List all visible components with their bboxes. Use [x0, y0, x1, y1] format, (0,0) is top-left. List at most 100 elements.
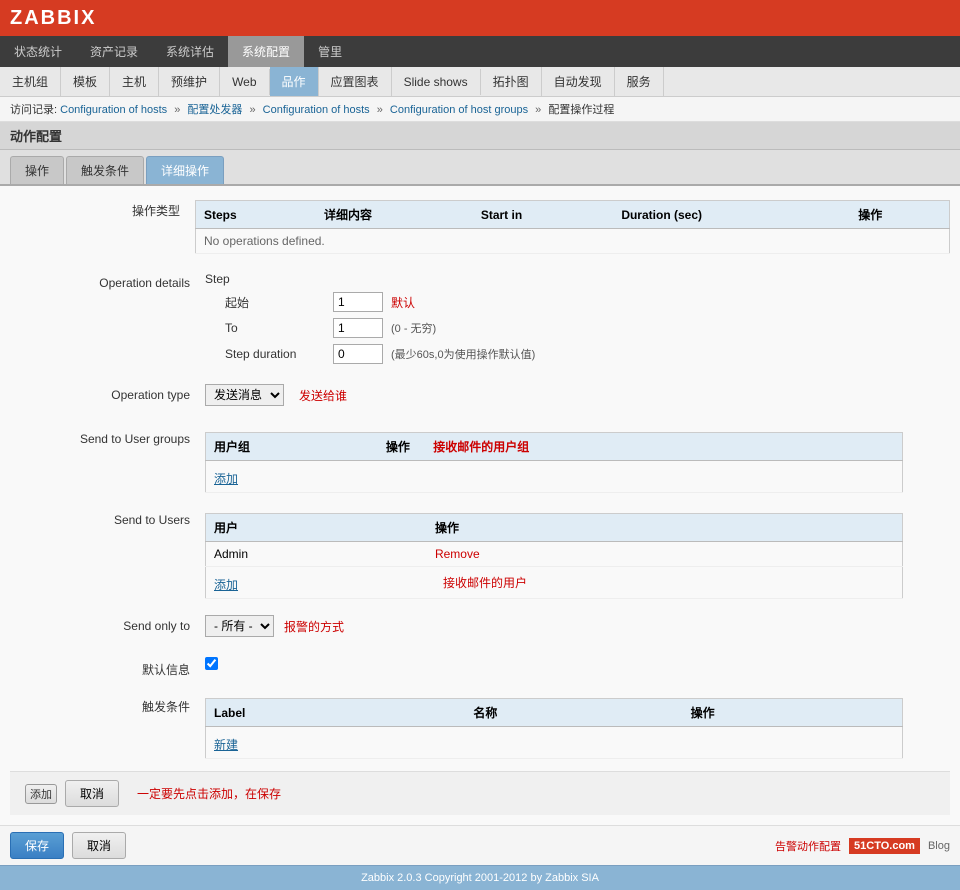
users-label: Send to Users	[20, 509, 205, 599]
sec-nav-service[interactable]: 服务	[615, 67, 664, 96]
brand-sub: Blog	[928, 840, 950, 852]
send-only-to-row: Send only to - 所有 - 报警的方式	[10, 607, 950, 643]
footer-note: 告警动作配置	[775, 838, 841, 854]
col-steps: Steps	[196, 201, 317, 229]
default-msg-row: 默认信息	[10, 649, 950, 678]
header: ZABBIX	[0, 0, 960, 36]
conditions-row: 触发条件 Label 名称 操作 新建	[10, 686, 950, 759]
breadcrumb-link-1[interactable]: Configuration of hosts	[60, 104, 167, 116]
top-nav: 状态统计 资产记录 系统详估 系统配置 管里	[0, 36, 960, 67]
from-label: 起始	[225, 294, 325, 311]
col-usergroup: 用户组	[206, 433, 378, 461]
send-only-to-select[interactable]: - 所有 -	[205, 615, 274, 637]
no-operations: No operations defined.	[196, 229, 950, 254]
nav-status[interactable]: 状态统计	[0, 36, 76, 67]
step-from-input[interactable]	[333, 292, 383, 312]
site-footer-text: Zabbix 2.0.3 Copyright 2001-2012 by Zabb…	[361, 872, 599, 884]
col-startin: Start in	[473, 201, 613, 229]
default-msg-checkbox[interactable]	[205, 657, 218, 670]
users-row: Send to Users 用户 操作 Admin Remove	[10, 501, 950, 599]
operations-section: 操作类型 Steps 详细内容 Start in Duration (sec) …	[10, 196, 950, 254]
nav-sysconfig[interactable]: 系统配置	[228, 36, 304, 67]
op-type-annotation: 发送给谁	[299, 387, 347, 404]
remove-user-link[interactable]: Remove	[435, 547, 480, 561]
step-label: Step	[205, 272, 305, 286]
sec-nav-charts[interactable]: 应置图表	[319, 67, 392, 96]
conditions-content: Label 名称 操作 新建	[205, 694, 940, 759]
action-bar: 添加 取消 一定要先点击添加，在保存	[10, 771, 950, 815]
footer-brand: 告警动作配置 51CTO.com Blog	[775, 838, 950, 854]
users-annotation: 接收邮件的用户	[443, 576, 527, 590]
op-details-label: Operation details	[20, 272, 205, 370]
step-to-input[interactable]	[333, 318, 383, 338]
main-content: 操作类型 Steps 详细内容 Start in Duration (sec) …	[0, 186, 960, 825]
send-only-to-label: Send only to	[20, 615, 205, 643]
operation-details-section: Operation details Step 起始 默认 To (0 - 无穷)…	[10, 264, 950, 815]
user-groups-content: 用户组 操作 接收邮件的用户组 添加	[205, 428, 940, 493]
save-button[interactable]: 保存	[10, 832, 64, 859]
logo: ZABBIX	[10, 7, 96, 30]
step-duration-input[interactable]	[333, 344, 383, 364]
default-msg-label: 默认信息	[20, 657, 205, 678]
step-content: Step 起始 默认 To (0 - 无穷) Step duration (最少…	[205, 272, 940, 370]
conditions-label: 触发条件	[20, 694, 205, 759]
breadcrumb-link-2[interactable]: 配置处发器	[187, 104, 242, 116]
sec-nav-slideshows[interactable]: Slide shows	[392, 69, 481, 95]
col-action: 操作	[850, 201, 949, 229]
operations-table-container: Steps 详细内容 Start in Duration (sec) 操作 No…	[195, 196, 950, 254]
to-label: To	[225, 321, 325, 335]
add-user-link[interactable]: 添加	[214, 576, 238, 593]
footer-actions: 保存 取消	[10, 832, 126, 859]
col-name: 名称	[465, 699, 682, 727]
op-type-select[interactable]: 发送消息远程命令	[205, 384, 284, 406]
nav-sysdetail[interactable]: 系统详估	[152, 36, 228, 67]
send-only-to-content: - 所有 - 报警的方式	[205, 615, 940, 643]
col-details: 详细内容	[316, 201, 473, 229]
add-condition-link[interactable]: 新建	[214, 736, 238, 753]
cancel-button[interactable]: 取消	[65, 780, 119, 807]
sec-nav: 主机组 模板 主机 预维护 Web 品作 应置图表 Slide shows 拓扑…	[0, 67, 960, 97]
duration-label: Step duration	[225, 347, 325, 361]
sec-nav-topology[interactable]: 拓扑图	[481, 67, 542, 96]
breadcrumb: 访问记录: Configuration of hosts » 配置处发器 » C…	[0, 97, 960, 122]
add-user-group-link[interactable]: 添加	[214, 470, 238, 487]
add-button[interactable]: 添加	[25, 784, 57, 804]
tab-detail-operations[interactable]: 详细操作	[146, 156, 224, 184]
user-groups-row: Send to User groups 用户组 操作 接收邮件的用户组	[10, 420, 950, 493]
page-title: 动作配置	[0, 122, 960, 150]
to-note: (0 - 无穷)	[391, 320, 436, 336]
user-name: Admin	[206, 542, 427, 567]
col-duration: Duration (sec)	[613, 201, 850, 229]
op-type-content: 发送消息远程命令 发送给谁	[205, 384, 940, 412]
breadcrumb-prefix: 访问记录	[10, 104, 54, 116]
col-user-action: 操作	[427, 514, 903, 542]
nav-manage[interactable]: 管里	[304, 36, 356, 67]
default-msg-content	[205, 657, 940, 678]
sec-nav-template[interactable]: 模板	[61, 67, 110, 96]
footer-cancel-button[interactable]: 取消	[72, 832, 126, 859]
sec-nav-host[interactable]: 主机	[110, 67, 159, 96]
footer-bar: 保存 取消 告警动作配置 51CTO.com Blog	[0, 825, 960, 865]
nav-assets[interactable]: 资产记录	[76, 36, 152, 67]
sec-nav-web[interactable]: Web	[220, 69, 269, 95]
operations-label: 操作类型	[10, 196, 195, 254]
sec-nav-hostgroup[interactable]: 主机组	[0, 67, 61, 96]
breadcrumb-link-3[interactable]: Configuration of hosts	[263, 104, 370, 116]
col-usergroup-action: 操作 接收邮件的用户组	[378, 433, 903, 461]
site-footer: Zabbix 2.0.3 Copyright 2001-2012 by Zabb…	[0, 865, 960, 890]
tabs: 操作 触发条件 详细操作	[0, 150, 960, 186]
breadcrumb-link-4[interactable]: Configuration of host groups	[390, 104, 528, 116]
sec-nav-action[interactable]: 品作	[270, 67, 319, 96]
duration-note: (最少60s,0为使用操作默认值)	[391, 346, 535, 362]
send-only-annotation: 报警的方式	[284, 618, 344, 635]
from-note: 默认	[391, 294, 415, 311]
col-user: 用户	[206, 514, 427, 542]
breadcrumb-current: 配置操作过程	[548, 104, 614, 116]
sec-nav-maintenance[interactable]: 预维护	[159, 67, 220, 96]
tab-operations[interactable]: 操作	[10, 156, 64, 184]
tab-trigger-conditions[interactable]: 触发条件	[66, 156, 144, 184]
op-type-row: Operation type 发送消息远程命令 发送给谁	[10, 376, 950, 412]
user-groups-label: Send to User groups	[20, 428, 205, 493]
step-row: Operation details Step 起始 默认 To (0 - 无穷)…	[10, 264, 950, 370]
sec-nav-discovery[interactable]: 自动发现	[542, 67, 615, 96]
